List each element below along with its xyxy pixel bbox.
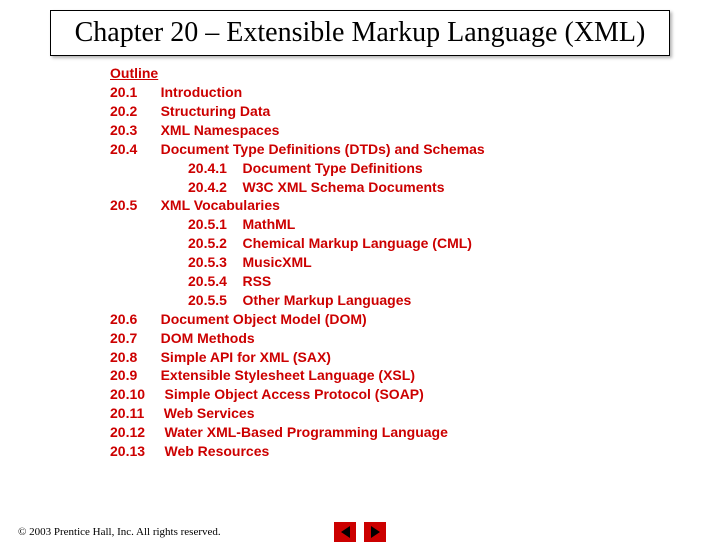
outline-item: 20.5 XML Vocabularies <box>110 196 720 215</box>
outline-subitem: 20.4.1 Document Type Definitions <box>188 159 720 178</box>
outline-item: 20.4 Document Type Definitions (DTDs) an… <box>110 140 720 159</box>
next-button[interactable] <box>364 522 386 542</box>
prev-button[interactable] <box>334 522 356 542</box>
slide-nav <box>334 522 386 542</box>
outline-subitem: 20.5.1 MathML <box>188 215 720 234</box>
outline-subitem: 20.4.2 W3C XML Schema Documents <box>188 178 720 197</box>
outline-subitem: 20.5.5 Other Markup Languages <box>188 291 720 310</box>
outline-heading: Outline <box>110 64 720 83</box>
page-title: Chapter 20 – Extensible Markup Language … <box>50 10 670 56</box>
outline-item: 20.9 Extensible Stylesheet Language (XSL… <box>110 366 720 385</box>
outline: Outline 20.1 Introduction20.2 Structurin… <box>110 64 720 461</box>
outline-item: 20.12 Water XML-Based Programming Langua… <box>110 423 720 442</box>
outline-item: 20.1 Introduction <box>110 83 720 102</box>
outline-item: 20.7 DOM Methods <box>110 329 720 348</box>
outline-subitem: 20.5.3 MusicXML <box>188 253 720 272</box>
outline-item: 20.10 Simple Object Access Protocol (SOA… <box>110 385 720 404</box>
outline-item: 20.13 Web Resources <box>110 442 720 461</box>
outline-item: 20.8 Simple API for XML (SAX) <box>110 348 720 367</box>
arrow-left-icon <box>341 526 350 538</box>
outline-subitem: 20.5.2 Chemical Markup Language (CML) <box>188 234 720 253</box>
outline-item: 20.3 XML Namespaces <box>110 121 720 140</box>
outline-item: 20.11 Web Services <box>110 404 720 423</box>
outline-subitem: 20.5.4 RSS <box>188 272 720 291</box>
outline-item: 20.2 Structuring Data <box>110 102 720 121</box>
arrow-right-icon <box>371 526 380 538</box>
outline-item: 20.6 Document Object Model (DOM) <box>110 310 720 329</box>
